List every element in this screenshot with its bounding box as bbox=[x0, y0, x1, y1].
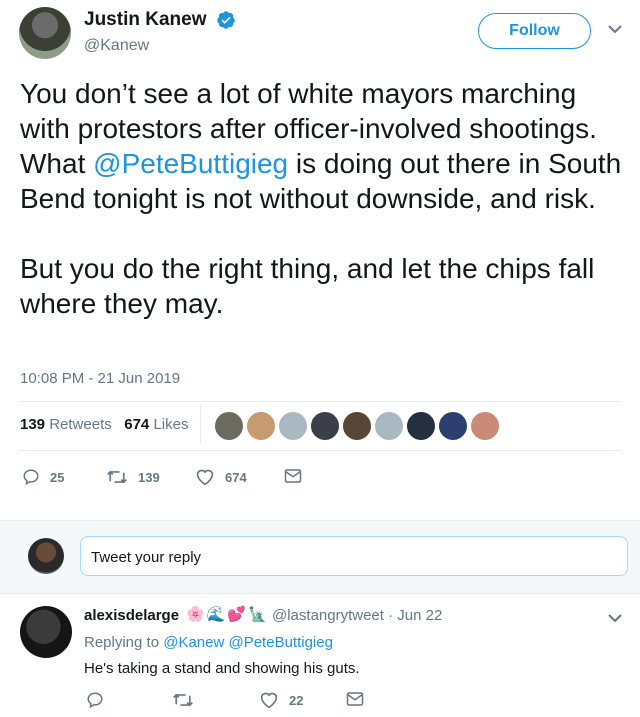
replying-to: Replying to @Kanew @PeteButtigieg bbox=[84, 634, 333, 651]
replying-to-link[interactable]: @Kanew bbox=[163, 634, 224, 651]
reply-author-avatar[interactable] bbox=[20, 606, 72, 658]
reply-author-handle[interactable]: @lastangrytweet bbox=[272, 607, 384, 624]
reply-like-action[interactable]: 22 bbox=[259, 691, 303, 709]
emoji: 🌸 bbox=[186, 606, 205, 623]
liker-avatar[interactable] bbox=[406, 411, 436, 441]
reply-text: He's taking a stand and showing his guts… bbox=[84, 660, 360, 677]
chevron-down-icon[interactable] bbox=[608, 613, 622, 623]
reply-input[interactable]: Tweet your reply bbox=[80, 536, 628, 576]
envelope-icon bbox=[284, 469, 302, 483]
likes-count: 674 bbox=[124, 416, 150, 433]
current-user-avatar[interactable] bbox=[28, 538, 64, 574]
chevron-down-icon[interactable] bbox=[608, 24, 622, 34]
reply-author-name[interactable]: alexisdelarge bbox=[84, 607, 179, 624]
divider bbox=[20, 401, 620, 402]
reply-retweet-action[interactable] bbox=[172, 691, 204, 709]
reply-author-emojis: 🌸 🌊 💕 🗽 bbox=[186, 605, 267, 623]
retweet-icon bbox=[173, 693, 193, 707]
dm-action[interactable] bbox=[284, 468, 312, 484]
liker-avatar[interactable] bbox=[278, 411, 308, 441]
tweet-text: You don’t see a lot of white mayors marc… bbox=[20, 76, 628, 321]
author-handle[interactable]: @Kanew bbox=[84, 37, 149, 55]
emoji: 💕 bbox=[227, 606, 247, 623]
emoji: 🗽 bbox=[248, 606, 267, 623]
mention-link[interactable]: @PeteButtigieg bbox=[93, 148, 288, 179]
reply-action[interactable]: 25 bbox=[22, 468, 64, 486]
reply-reply-action[interactable] bbox=[86, 691, 114, 709]
tweet-paragraph-1: You don’t see a lot of white mayors marc… bbox=[20, 76, 628, 216]
reply-like-count: 22 bbox=[289, 692, 304, 708]
reply-icon bbox=[23, 469, 39, 486]
heart-icon bbox=[260, 692, 278, 709]
like-action[interactable]: 674 bbox=[195, 468, 247, 486]
retweets-label: Retweets bbox=[49, 416, 112, 433]
retweet-action[interactable]: 139 bbox=[106, 468, 160, 486]
liker-avatars bbox=[214, 411, 502, 441]
tweet-timestamp[interactable]: 10:08 PM - 21 Jun 2019 bbox=[20, 370, 180, 387]
reply-dm-action[interactable] bbox=[346, 691, 374, 707]
retweets-stat[interactable]: 139 Retweets bbox=[20, 416, 112, 433]
tweet-stats: 139 Retweets 674 Likes bbox=[20, 416, 188, 433]
liker-avatar[interactable] bbox=[310, 411, 340, 441]
author-name[interactable]: Justin Kanew bbox=[84, 9, 206, 31]
liker-avatar[interactable] bbox=[214, 411, 244, 441]
divider bbox=[20, 450, 620, 451]
replying-to-link[interactable]: @PeteButtigieg bbox=[228, 634, 332, 651]
reply-author-handle-date[interactable]: @lastangrytweet · Jun 22 bbox=[272, 607, 442, 624]
likes-stat[interactable]: 674 Likes bbox=[124, 416, 188, 433]
follow-button[interactable]: Follow bbox=[478, 13, 591, 49]
liker-avatar[interactable] bbox=[374, 411, 404, 441]
liker-avatar[interactable] bbox=[438, 411, 468, 441]
author-avatar[interactable] bbox=[19, 7, 71, 59]
liker-avatar[interactable] bbox=[342, 411, 372, 441]
retweet-count: 139 bbox=[138, 469, 160, 485]
liker-avatar[interactable] bbox=[246, 411, 276, 441]
reply-count: 25 bbox=[50, 469, 65, 485]
likes-label: Likes bbox=[153, 416, 189, 433]
retweet-icon bbox=[107, 470, 127, 484]
heart-icon bbox=[196, 469, 214, 486]
emoji: 🌊 bbox=[206, 606, 226, 623]
retweets-count: 139 bbox=[20, 416, 46, 433]
verified-badge-icon bbox=[217, 11, 235, 29]
reply-icon bbox=[87, 692, 103, 709]
tweet-paragraph-2: But you do the right thing, and let the … bbox=[20, 253, 595, 319]
replying-label: Replying to bbox=[84, 634, 160, 651]
reply-date[interactable]: Jun 22 bbox=[397, 607, 442, 624]
like-count: 674 bbox=[225, 469, 247, 485]
stats-divider bbox=[200, 404, 201, 444]
envelope-icon bbox=[346, 692, 364, 706]
liker-avatar[interactable] bbox=[470, 411, 500, 441]
